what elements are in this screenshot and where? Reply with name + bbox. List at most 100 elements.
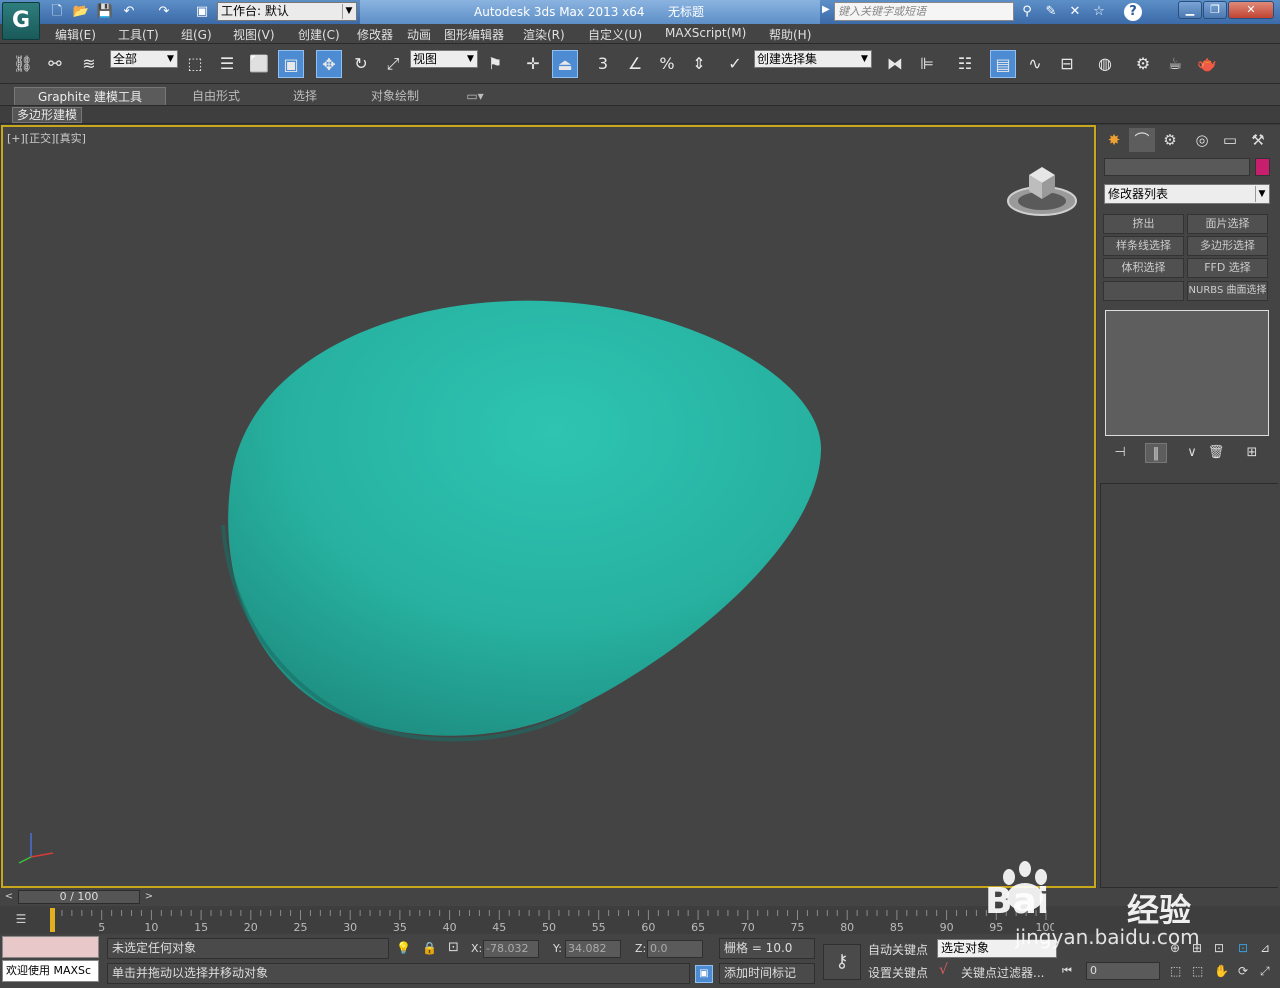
select-and-scale-icon[interactable]: ⤢	[380, 50, 406, 78]
poly-select-button[interactable]: 多边形选择	[1187, 236, 1268, 256]
maxscript-mini-listener[interactable]: 欢迎使用 MAXSc	[2, 960, 99, 982]
go-to-start-icon[interactable]: ⏮	[1062, 964, 1072, 978]
menu-maxscript[interactable]: MAXScript(M)	[665, 26, 746, 40]
utilities-tab-icon[interactable]: ⚒	[1245, 128, 1271, 152]
modifier-stack[interactable]	[1105, 310, 1269, 436]
ribbon-options-icon[interactable]: ▭▾	[460, 87, 490, 105]
angle-snap-icon[interactable]: ∠	[622, 50, 648, 78]
object-color-swatch[interactable]	[1255, 158, 1270, 176]
new-file-icon[interactable]: 🗋	[48, 3, 66, 21]
window-crossing-icon[interactable]: ▣	[278, 50, 304, 78]
timeline-ruler[interactable]: 5 10 15 20 25 30 35 40 45 50 55 60 65 70 75 80 85 90 95 100	[44, 906, 1054, 934]
polygon-modeling-panel[interactable]: 多边形建模	[12, 107, 83, 123]
viewport-label[interactable]: [+][正交][真实]	[7, 130, 86, 146]
key-filters-button[interactable]: 关键点过滤器...	[961, 964, 1044, 981]
extrude-button[interactable]: 挤出	[1103, 214, 1184, 234]
material-editor-icon[interactable]: ◍	[1092, 50, 1118, 78]
open-file-icon[interactable]: 📂	[72, 3, 90, 21]
zoom-extents-all-icon[interactable]: ⊡	[1238, 941, 1248, 955]
zoom-icon[interactable]: ⊕	[1170, 941, 1180, 955]
hierarchy-tab-icon[interactable]: ⚙	[1157, 128, 1183, 152]
favorites-star-icon[interactable]: ☆	[1090, 3, 1108, 21]
show-end-result-icon[interactable]: ‖	[1145, 443, 1167, 463]
zoom-all-icon[interactable]: ⊞	[1192, 941, 1202, 955]
spinner-snap-icon[interactable]: ⇕	[686, 50, 712, 78]
maximize-viewport-icon[interactable]: ⤢	[1260, 964, 1270, 979]
menu-graph-editors[interactable]: 图形编辑器	[444, 26, 504, 43]
menu-edit[interactable]: 编辑(E)	[55, 26, 96, 43]
link-icon[interactable]: ⛓	[10, 50, 36, 78]
tab-graphite-modeling[interactable]: Graphite 建模工具	[14, 87, 166, 105]
nurbs-surface-select-button[interactable]: NURBS 曲面选择	[1187, 281, 1268, 301]
volume-select-button[interactable]: 体积选择	[1103, 258, 1184, 278]
pan-view-icon[interactable]: ✋	[1214, 964, 1229, 978]
region-zoom-icon[interactable]: ⬚	[1170, 964, 1181, 978]
key-mode-dropdown[interactable]: 选定对象	[937, 939, 1057, 958]
menu-rendering[interactable]: 渲染(R)	[523, 26, 565, 43]
menu-help[interactable]: 帮助(H)	[769, 26, 811, 43]
menu-modifiers[interactable]: 修改器	[357, 26, 393, 43]
region-zoom-alt-icon[interactable]: ⬚	[1192, 964, 1203, 978]
percent-snap-icon[interactable]: %	[654, 50, 680, 78]
rendered-frame-window-icon[interactable]: ☕	[1162, 50, 1188, 78]
mirror-icon[interactable]: ⧓	[882, 50, 908, 78]
project-folder-icon[interactable]: ▣	[193, 3, 211, 21]
ffd-select-button[interactable]: FFD 选择	[1187, 258, 1268, 278]
schematic-view-icon[interactable]: ⊟	[1054, 50, 1080, 78]
unlink-icon[interactable]: ⚯	[42, 50, 68, 78]
egg-object[interactable]	[211, 295, 831, 745]
align-icon[interactable]: ⊫	[914, 50, 940, 78]
graphite-toggle-icon[interactable]: ▤	[990, 50, 1016, 78]
rectangular-selection-icon[interactable]: ⬜	[246, 50, 272, 78]
spline-select-button[interactable]: 样条线选择	[1103, 236, 1184, 256]
isolate-selection-icon[interactable]: 💡	[396, 941, 411, 955]
save-icon[interactable]: 💾	[96, 3, 114, 21]
modifier-list-dropdown[interactable]: 修改器列表 ▼	[1104, 184, 1270, 204]
edit-named-selection-icon[interactable]: ✓	[722, 50, 748, 78]
reference-coordinate-dropdown[interactable]: 视图 ▼	[410, 50, 478, 68]
minimize-button[interactable]: ▁	[1178, 1, 1202, 19]
set-key-icon[interactable]: ⚷	[823, 944, 861, 980]
select-and-move-icon[interactable]: ✥	[316, 50, 342, 78]
menu-tools[interactable]: 工具(T)	[118, 26, 159, 43]
remove-modifier-icon[interactable]: 🗑	[1205, 443, 1227, 463]
snaps-toggle-icon[interactable]: 3	[590, 50, 616, 78]
field-of-view-icon[interactable]: ⊿	[1260, 941, 1270, 955]
pivot-center-icon[interactable]: ⚑	[482, 50, 508, 78]
search-input[interactable]: 键入关键字或短语	[834, 2, 1014, 21]
select-and-rotate-icon[interactable]: ↻	[348, 50, 374, 78]
undo-icon[interactable]: ↶	[120, 3, 138, 21]
tab-selection[interactable]: 选择	[270, 87, 340, 105]
zoom-extents-icon[interactable]: ⊡	[1214, 941, 1224, 955]
search-expand-icon[interactable]: ▶	[822, 4, 830, 15]
menu-group[interactable]: 组(G)	[181, 26, 212, 43]
time-tag-icon[interactable]: ▣	[695, 965, 713, 983]
binoculars-icon[interactable]: ⚲	[1018, 3, 1036, 21]
maxscript-listener-pink[interactable]	[2, 936, 99, 958]
communication-icon[interactable]: ✕	[1066, 3, 1084, 21]
set-key-button[interactable]: 设置关键点	[868, 964, 928, 981]
y-coordinate-field[interactable]: 34.082	[565, 940, 621, 958]
selection-filter-dropdown[interactable]: 全部 ▼	[110, 50, 178, 68]
absolute-mode-icon[interactable]: ⊡	[448, 940, 459, 955]
time-slider-prev[interactable]: <	[2, 890, 16, 904]
workspace-dropdown[interactable]: 工作台: 默认 ▼	[217, 2, 357, 21]
menu-create[interactable]: 创建(C)	[298, 26, 340, 43]
render-production-icon[interactable]: 🫖	[1194, 50, 1220, 78]
curve-editor-mini-icon[interactable]: ☰	[10, 912, 32, 928]
menu-animation[interactable]: 动画	[407, 26, 431, 43]
close-button[interactable]: ✕	[1228, 1, 1274, 19]
select-by-name-icon[interactable]: ☰	[214, 50, 240, 78]
modify-tab-icon[interactable]: ⌒	[1129, 128, 1155, 152]
empty-modifier-button[interactable]	[1103, 281, 1184, 301]
select-object-icon[interactable]: ⬚	[182, 50, 208, 78]
selection-lock-icon[interactable]: 🔒	[422, 941, 437, 955]
app-logo-button[interactable]: G	[2, 2, 40, 40]
perspective-viewport[interactable]: [+][正交][真实]	[1, 125, 1096, 888]
motion-tab-icon[interactable]: ◎	[1189, 128, 1215, 152]
time-slider-thumb[interactable]: 0 / 100	[18, 890, 140, 904]
render-setup-icon[interactable]: ⚙	[1130, 50, 1156, 78]
object-name-field[interactable]	[1104, 158, 1250, 176]
subscription-icon[interactable]: ✎	[1042, 3, 1060, 21]
pin-stack-icon[interactable]: ⊣	[1109, 443, 1131, 463]
